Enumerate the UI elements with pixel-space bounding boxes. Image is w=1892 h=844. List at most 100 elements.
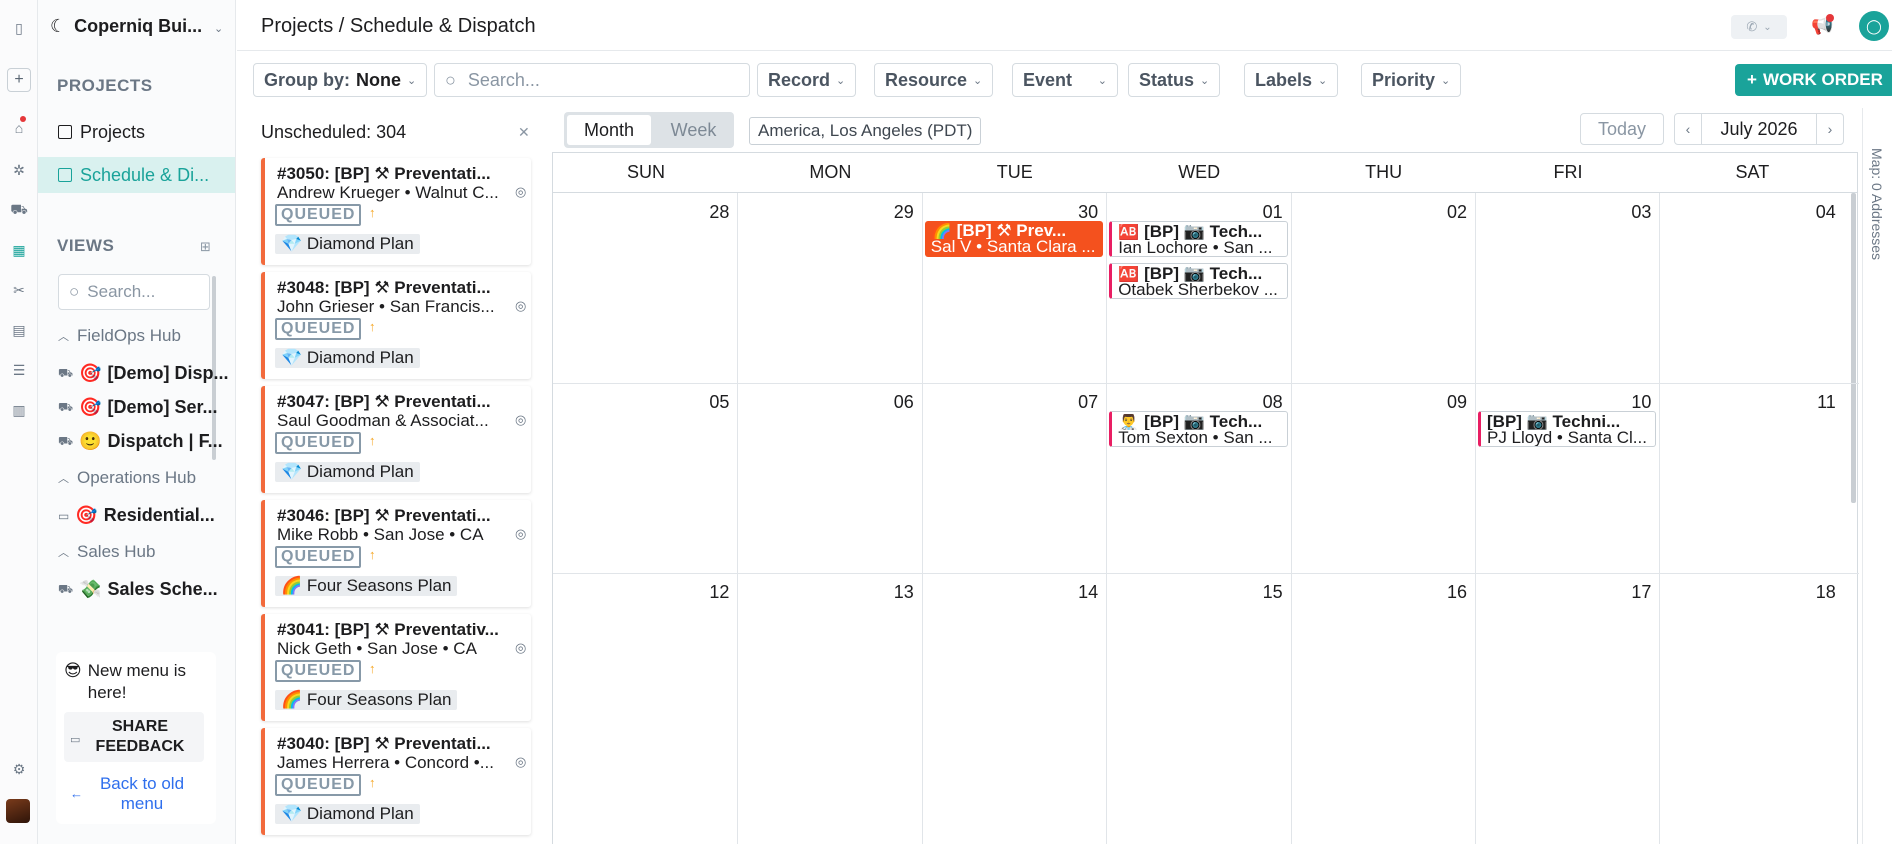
calendar-event[interactable]: 👨‍⚕️ [BP] 📷 Tech... Tom Sexton • San ... (1109, 411, 1288, 447)
today-button[interactable]: Today (1580, 113, 1664, 145)
work-order-card[interactable]: #3048: [BP] ⚒ Preventati... John Grieser… (261, 272, 531, 379)
day-number[interactable]: 08 (1243, 392, 1283, 413)
day-number[interactable]: 04 (1796, 202, 1836, 223)
chat-icon[interactable]: ◯ (1859, 11, 1889, 41)
month-view-tab[interactable]: Month (567, 115, 651, 145)
status-badge: QUEUED (275, 660, 362, 682)
day-number[interactable]: 30 (1058, 202, 1098, 223)
location-pin-icon[interactable]: ◎ (515, 754, 526, 770)
view-item-demo-service[interactable]: ⛟ 🎯 [Demo] Ser... (58, 397, 218, 418)
day-number[interactable]: 10 (1611, 392, 1651, 413)
user-avatar[interactable] (6, 799, 30, 823)
chevron-down-icon: ⌄ (1097, 74, 1107, 87)
labels-filter[interactable]: Labels ⌄ (1244, 63, 1339, 97)
week-view-tab[interactable]: Week (656, 115, 731, 145)
chevron-down-icon[interactable]: ⌄ (214, 22, 223, 35)
view-item-demo-dispatch[interactable]: ⛟ 🎯 [Demo] Disp... (58, 363, 229, 384)
promo-message: 😎 New menu is here! (64, 660, 216, 704)
view-item-residential[interactable]: ▭ 🎯 Residential... (58, 505, 215, 526)
day-number[interactable]: 05 (689, 392, 729, 413)
group-by-dropdown[interactable]: Group by: None ⌄ (253, 63, 428, 97)
work-order-card[interactable]: #3040: [BP] ⚒ Preventati... James Herrer… (261, 728, 531, 835)
day-number[interactable]: 15 (1243, 582, 1283, 603)
add-work-order-button[interactable]: + WORK ORDER (1735, 64, 1892, 96)
sidebar-item-schedule[interactable]: Schedule & Di... (38, 157, 235, 193)
home-icon[interactable]: ⌂ (7, 116, 31, 140)
location-pin-icon[interactable]: ◎ (515, 526, 526, 542)
calendar-event[interactable]: 🆎 [BP] 📷 Tech... Ian Lochore • San ... (1109, 221, 1288, 257)
plan-label: 🌈 Four Seasons Plan (275, 690, 458, 710)
event-filter[interactable]: Event ⌄ (1012, 63, 1118, 97)
panel-toggle-icon[interactable]: ▯ (7, 16, 31, 40)
work-order-card[interactable]: #3041: [BP] ⚒ Preventativ... Nick Geth •… (261, 614, 531, 721)
day-number[interactable]: 13 (874, 582, 914, 603)
location-pin-icon[interactable]: ◎ (515, 298, 526, 314)
day-number[interactable]: 07 (1058, 392, 1098, 413)
phone-dropdown[interactable]: ✆ ⌄ (1731, 15, 1787, 39)
calendar-scrollbar[interactable] (1851, 193, 1856, 503)
share-feedback-button[interactable]: ▭ SHARE FEEDBACK (64, 712, 204, 762)
calendar-event[interactable]: 🌈 [BP] ⚒ Prev... Sal V • Santa Clara ... (924, 221, 1104, 257)
hub-operations[interactable]: ︿ Operations Hub (58, 468, 196, 488)
location-pin-icon[interactable]: ◎ (515, 412, 526, 428)
resource-filter[interactable]: Resource ⌄ (874, 63, 994, 97)
day-number[interactable]: 11 (1796, 392, 1836, 413)
unscheduled-title: Unscheduled: 304 (261, 122, 407, 142)
day-number[interactable]: 03 (1611, 202, 1651, 223)
workspace-logo-icon: ☾ (50, 16, 67, 36)
work-order-card[interactable]: #3047: [BP] ⚒ Preventati... Saul Goodman… (261, 386, 531, 493)
work-order-card[interactable]: #3046: [BP] ⚒ Preventati... Mike Robb • … (261, 500, 531, 607)
view-switcher: Month Week (564, 112, 734, 148)
back-to-old-menu-link[interactable]: ← Back to old menu (64, 774, 204, 814)
day-number[interactable]: 01 (1243, 202, 1283, 223)
day-number[interactable]: 28 (689, 202, 729, 223)
timezone-selector[interactable]: America, Los Angeles (PDT) (749, 117, 982, 145)
day-number[interactable]: 06 (874, 392, 914, 413)
calendar-event[interactable]: 🆎 [BP] 📷 Tech... Otabek Sherbekov ... (1109, 263, 1288, 299)
record-filter[interactable]: Record ⌄ (757, 63, 857, 97)
hub-fieldops[interactable]: ︿ FieldOps Hub (58, 326, 181, 346)
tools-icon[interactable]: ✂ (7, 278, 31, 302)
chat-bubble-icon: ▭ (70, 734, 81, 746)
work-order-card[interactable]: #3050: [BP] ⚒ Preventati... Andrew Krueg… (261, 158, 531, 265)
close-icon[interactable]: ✕ (518, 124, 530, 141)
briefcase-icon (58, 125, 72, 139)
calendar-event[interactable]: [BP] 📷 Techni... PJ Lloyd • Santa Cl... (1478, 411, 1657, 447)
workflow-icon[interactable]: ✲ (7, 158, 31, 182)
day-number[interactable]: 17 (1611, 582, 1651, 603)
inbox-icon[interactable]: ▤ (7, 318, 31, 342)
database-icon[interactable]: ☰ (7, 358, 31, 382)
chevron-right-icon[interactable]: › (1817, 121, 1843, 137)
add-folder-icon[interactable]: ⊞ (200, 239, 211, 255)
sidebar: ☾ Coperniq Bui... ⌄ PROJECTS Projects Sc… (38, 0, 236, 844)
day-number[interactable]: 18 (1796, 582, 1836, 603)
day-number[interactable]: 29 (874, 202, 914, 223)
priority-filter[interactable]: Priority ⌄ (1361, 63, 1462, 97)
settings-icon[interactable]: ⚙ (7, 757, 31, 781)
map-side-panel[interactable]: Map: 0 Addresses (1862, 108, 1892, 844)
day-number[interactable]: 14 (1058, 582, 1098, 603)
day-number[interactable]: 09 (1427, 392, 1467, 413)
day-number[interactable]: 12 (689, 582, 729, 603)
search-input[interactable]: ○ Search... (434, 63, 750, 97)
location-pin-icon[interactable]: ◎ (515, 640, 526, 656)
chevron-left-icon[interactable]: ‹ (1675, 121, 1701, 137)
truck-icon[interactable]: ⛟ (7, 198, 31, 222)
day-number[interactable]: 02 (1427, 202, 1467, 223)
chart-icon[interactable]: ▥ (7, 398, 31, 422)
sidebar-item-projects[interactable]: Projects (38, 114, 235, 150)
workspace-switcher[interactable]: ☾ Coperniq Bui... (50, 16, 202, 37)
plan-label: 🌈 Four Seasons Plan (275, 576, 458, 596)
day-number[interactable]: 16 (1427, 582, 1467, 603)
calendar-icon[interactable]: ▦ (7, 238, 31, 262)
create-plus-icon[interactable]: + (7, 68, 31, 92)
status-filter[interactable]: Status ⌄ (1128, 63, 1221, 97)
hub-sales[interactable]: ︿ Sales Hub (58, 542, 155, 562)
card-subtitle: Mike Robb • San Jose • CA (277, 525, 484, 544)
projects-section-title: PROJECTS (57, 76, 153, 95)
view-item-sales-schedule[interactable]: ⛟ 💸 Sales Sche... (58, 579, 218, 600)
view-item-dispatch[interactable]: ⛟ 🙂 Dispatch | F... (58, 431, 223, 452)
location-pin-icon[interactable]: ◎ (515, 184, 526, 200)
views-search-input[interactable]: ○ Search... (58, 274, 210, 310)
event-title: 🆎 [BP] 📷 Tech... (1118, 266, 1263, 282)
